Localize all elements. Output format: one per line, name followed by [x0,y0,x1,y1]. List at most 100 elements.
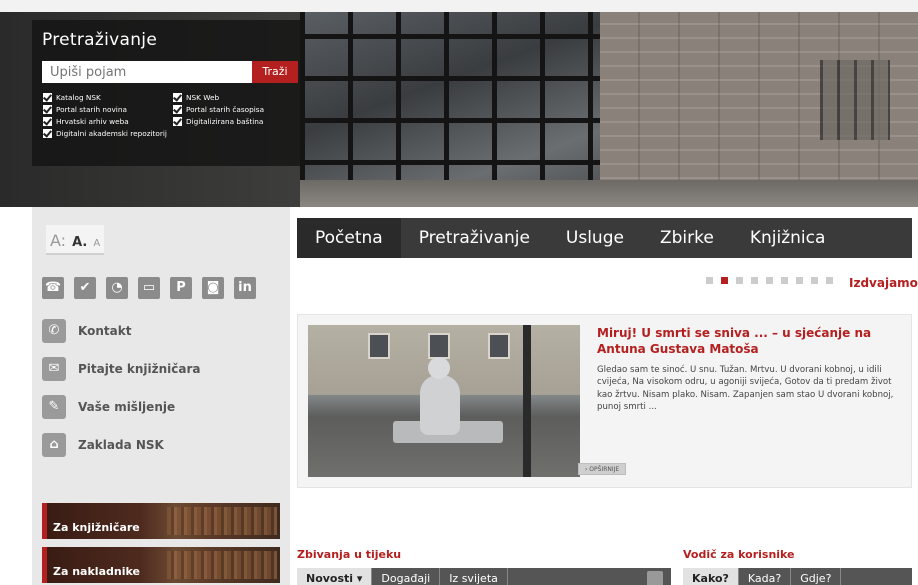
image-window [368,333,390,359]
guide-tabs: Kako? Kada? Gdje? [683,568,912,585]
news-tabs: Novosti ▾ Događaji Iz svijeta [297,568,671,585]
option-label: Digitalizirana baština [186,117,264,126]
slide-dot[interactable] [751,277,758,284]
search-title: Pretraživanje [42,30,158,50]
option-label: Katalog NSK [56,93,101,102]
chat-icon: ✉ [42,357,66,381]
font-size-switcher: A: A. A [46,225,105,255]
sidebar-item-label: Kontakt [78,324,132,338]
checkbox-icon[interactable] [43,93,52,102]
main-nav: Početna Pretraživanje Usluge Zbirke Knji… [297,218,912,258]
banner-label: Za knjižničare [53,521,140,534]
option-label: Portal starih časopisa [186,105,265,114]
checkbox-icon[interactable] [43,129,52,138]
building-photo [300,12,600,207]
phone-icon: ✆ [42,319,66,343]
tab-gdje[interactable]: Gdje? [791,568,842,585]
nav-knjiznica[interactable]: Knjižnica [732,218,844,258]
linkedin-icon[interactable]: in [234,277,256,299]
tv-icon[interactable]: ▭ [138,277,160,299]
article-image[interactable] [308,325,580,477]
article-title[interactable]: Miruj! U smrti se sniva ... – u sjećanje… [597,325,897,357]
sidebar-item-pitajte[interactable]: ✉ Pitajte knjižničara [42,357,201,381]
pinterest-icon[interactable]: P [170,277,192,299]
checkbox-icon[interactable] [173,105,182,114]
option-digitalni-repozitorij[interactable]: Digitalni akademski repozitorij [43,129,167,138]
image-window [428,333,450,359]
page: Pretraživanje Traži Katalog NSK NSK Web … [0,0,918,585]
sidebar-item-kontakt[interactable]: ✆ Kontakt [42,319,131,343]
sidebar-item-misljenje[interactable]: ✎ Vaše mišljenje [42,395,175,419]
slide-dot[interactable] [826,277,833,284]
font-size-large[interactable]: A: [50,231,66,250]
option-katalog-nsk[interactable]: Katalog NSK [43,93,101,102]
slide-dot[interactable] [811,277,818,284]
checkbox-icon[interactable] [43,117,52,126]
image-window [488,333,510,359]
featured-label: Izdvajamo [849,276,918,290]
twitter-icon[interactable]: ✔ [74,277,96,299]
social-icons: ☎ ✔ ◔ ▭ P ◙ in [42,277,256,299]
building-icon: ⌂ [42,433,66,457]
top-strip [0,0,918,12]
tab-iz-svijeta[interactable]: Iz svijeta [440,568,508,585]
sidebar-item-label: Pitajte knjižničara [78,362,201,376]
building-window [820,60,890,140]
pavement [300,180,918,207]
article-excerpt: Gledao sam te sinoć. U snu. Tužan. Mrtvu… [597,365,894,413]
slide-dot[interactable] [736,277,743,284]
option-label: Hrvatski arhiv weba [56,117,129,126]
slider-indicators [706,277,833,284]
read-more-button[interactable]: › OPŠIRNIJE [578,463,627,475]
slide-dot[interactable] [796,277,803,284]
option-portal-starih-novina[interactable]: Portal starih novina [43,105,127,114]
rss-icon[interactable]: ◔ [106,277,128,299]
guide-section-title: Vodič za korisnike [683,548,795,561]
option-nsk-web[interactable]: NSK Web [173,93,219,102]
nav-usluge[interactable]: Usluge [548,218,642,258]
option-hrvatski-arhiv-weba[interactable]: Hrvatski arhiv weba [43,117,129,126]
image-lamp-post [523,325,531,477]
option-label: Digitalni akademski repozitorij [56,129,167,138]
pencil-icon: ✎ [42,395,66,419]
nav-pocetna[interactable]: Početna [297,218,401,258]
sidebar: A: A. A ☎ ✔ ◔ ▭ P ◙ in ✆ Kontakt ✉ Pitajte… [32,207,290,585]
hero-banner: Pretraživanje Traži Katalog NSK NSK Web … [0,0,918,207]
sidebar-item-label: Vaše mišljenje [78,400,176,414]
slide-dot[interactable] [781,277,788,284]
font-size-small[interactable]: A [93,238,100,249]
option-portal-starih-casopisa[interactable]: Portal starih časopisa [173,105,264,114]
slide-dot[interactable] [766,277,773,284]
search-input[interactable] [42,61,252,83]
nav-zbirke[interactable]: Zbirke [642,218,732,258]
banner-za-nakladnike[interactable]: Za nakladnike [42,547,280,583]
tab-kako[interactable]: Kako? [683,568,739,585]
tab-novosti[interactable]: Novosti ▾ [297,568,373,585]
font-size-medium[interactable]: A. [72,235,87,250]
contact-card-icon[interactable]: ☎ [42,277,64,299]
banner-za-knjiznicare[interactable]: Za knjižničare [42,503,280,539]
image-statue [420,375,460,435]
option-label: NSK Web [186,93,220,102]
option-label: Portal starih novina [56,105,127,114]
sidebar-item-zaklada[interactable]: ⌂ Zaklada NSK [42,433,164,457]
rss-icon[interactable] [647,571,663,585]
image-statue-head [428,357,450,379]
slide-dot[interactable] [706,277,713,284]
checkbox-icon[interactable] [173,93,182,102]
checkbox-icon[interactable] [173,117,182,126]
banner-label: Za nakladnike [53,565,140,578]
checkbox-icon[interactable] [43,105,52,114]
featured-article: Miruj! U smrti se sniva ... – u sjećanje… [297,314,912,488]
nav-pretrazivanje[interactable]: Pretraživanje [401,218,548,258]
search-button[interactable]: Traži [252,61,298,83]
news-section-title: Zbivanja u tijeku [297,548,402,561]
sidebar-item-label: Zaklada NSK [78,438,164,452]
option-digitalizirana-bastina[interactable]: Digitalizirana baština [173,117,263,126]
feed-icon[interactable]: ◙ [202,277,224,299]
search-panel: Pretraživanje Traži Katalog NSK NSK Web … [32,20,300,166]
tab-kada[interactable]: Kada? [739,568,792,585]
slide-dot-active[interactable] [721,277,728,284]
bookshelf-image [167,551,277,579]
tab-dogadaji[interactable]: Događaji [372,568,441,585]
